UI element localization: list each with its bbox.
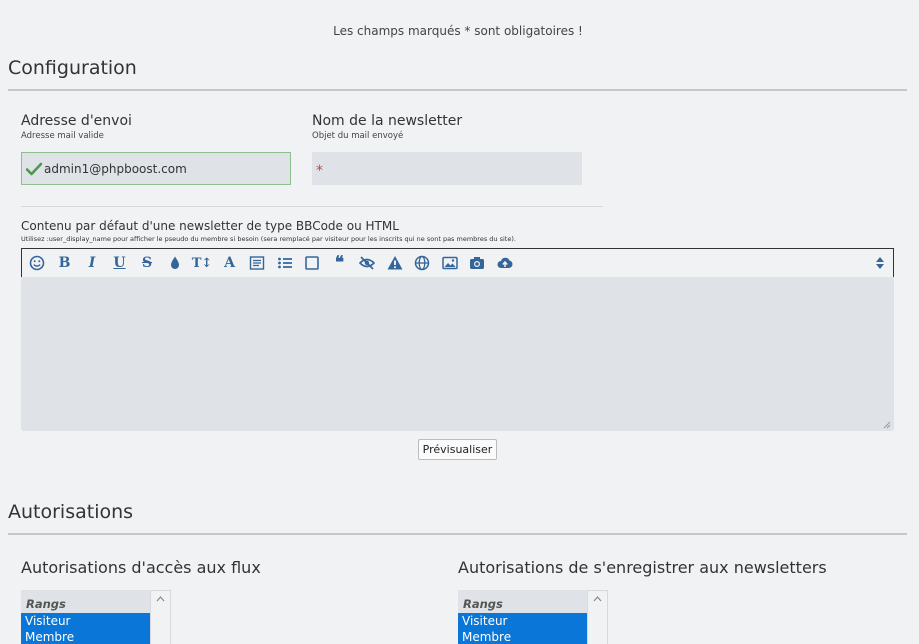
subscribe-scrollbar[interactable] [587, 590, 608, 644]
newsletter-name-input[interactable]: * [312, 152, 582, 185]
camera-icon[interactable] [468, 254, 486, 272]
sender-address-input[interactable]: admin1@phpboost.com [21, 152, 291, 185]
option-member[interactable]: Membre [458, 629, 608, 644]
newsletter-name-label: Nom de la newsletter [312, 113, 463, 129]
required-star: * [316, 162, 323, 179]
feed-access-label: Autorisations d'accès aux flux [21, 558, 261, 577]
option-visitor[interactable]: Visiteur [458, 613, 608, 629]
color-drop-icon[interactable] [166, 254, 184, 272]
smiley-icon[interactable] [28, 254, 46, 272]
configuration-divider [8, 89, 907, 91]
toolbar-toggle-icon[interactable] [875, 256, 885, 270]
feed-access-select[interactable]: Rangs Visiteur Membre [21, 590, 171, 644]
text-size-icon[interactable]: T↕ [192, 254, 213, 272]
content-editor[interactable] [21, 277, 894, 431]
configuration-title: Configuration [8, 57, 137, 79]
strikethrough-icon[interactable]: S [138, 254, 156, 272]
bbcode-toolbar: B I U S T↕ A ❝ [21, 248, 894, 277]
underline-icon[interactable]: U [111, 254, 129, 272]
content-help: Utilisez :user_display_name pour affiche… [21, 235, 516, 243]
authorizations-divider [8, 533, 907, 535]
required-fields-notice: Les champs marqués * sont obligatoires ! [333, 24, 583, 38]
scroll-up-icon[interactable] [156, 596, 165, 602]
subscribe-select[interactable]: Rangs Visiteur Membre [458, 590, 608, 644]
paragraph-icon[interactable] [248, 254, 266, 272]
option-visitor[interactable]: Visiteur [21, 613, 171, 629]
font-icon[interactable]: A [221, 254, 239, 272]
sender-address-label: Adresse d'envoi [21, 113, 132, 129]
image-icon[interactable] [441, 254, 459, 272]
sender-address-value: admin1@phpboost.com [44, 161, 187, 176]
preview-button[interactable]: Prévisualiser [418, 439, 497, 460]
optgroup-ranks: Rangs [463, 597, 503, 611]
hide-icon[interactable] [358, 254, 376, 272]
globe-icon[interactable] [413, 254, 431, 272]
bold-icon[interactable]: B [56, 254, 74, 272]
upload-cloud-icon[interactable] [496, 254, 514, 272]
resize-grip-icon[interactable] [881, 419, 891, 429]
optgroup-ranks: Rangs [26, 597, 66, 611]
option-member[interactable]: Membre [21, 629, 171, 644]
warning-icon[interactable] [386, 254, 404, 272]
subscribe-label: Autorisations de s'enregistrer aux newsl… [458, 558, 827, 577]
list-icon[interactable] [276, 254, 294, 272]
block-icon[interactable] [303, 254, 321, 272]
field-separator [21, 206, 603, 207]
italic-icon[interactable]: I [83, 254, 101, 272]
check-icon [26, 162, 42, 175]
authorizations-title: Autorisations [8, 501, 134, 523]
feed-access-scrollbar[interactable] [150, 590, 171, 644]
newsletter-name-sublabel: Objet du mail envoyé [312, 131, 404, 141]
sender-address-sublabel: Adresse mail valide [21, 131, 104, 141]
scroll-up-icon[interactable] [593, 596, 602, 602]
quote-icon[interactable]: ❝ [331, 253, 349, 273]
content-label: Contenu par défaut d'une newsletter de t… [21, 219, 399, 233]
